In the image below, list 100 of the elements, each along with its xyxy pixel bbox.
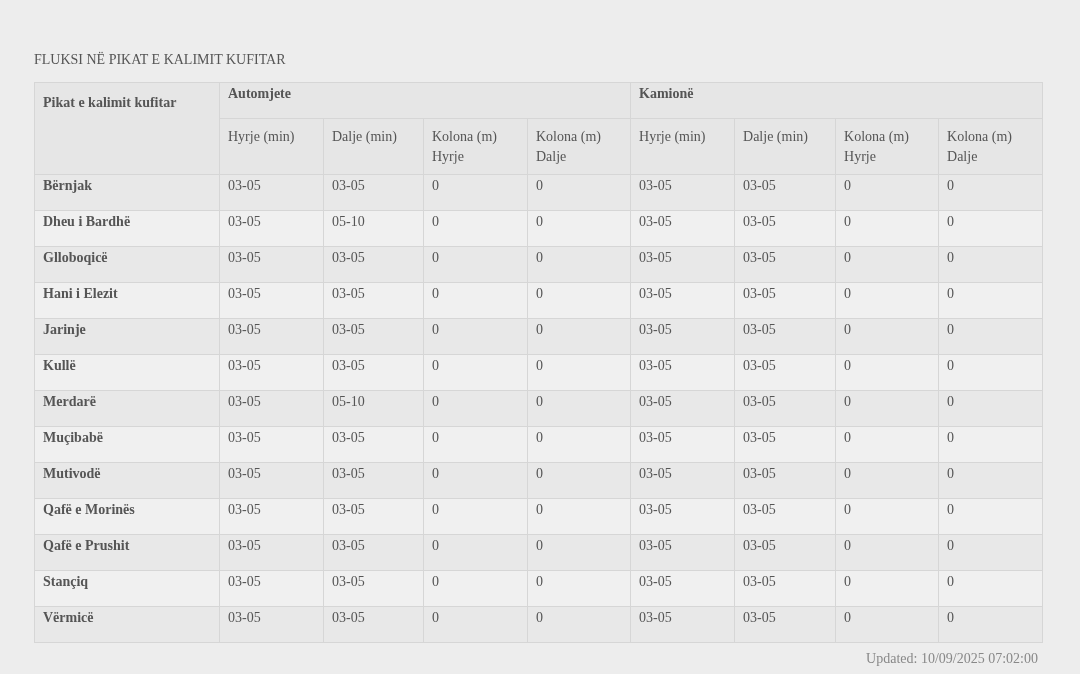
table-cell: 03-05 bbox=[323, 282, 424, 319]
table-cell: Mutivodë bbox=[34, 462, 220, 499]
table-cell: 0 bbox=[835, 246, 939, 283]
table-cell: 0 bbox=[423, 606, 528, 643]
table-cell: 0 bbox=[835, 498, 939, 535]
table-cell: Vërmicë bbox=[34, 606, 220, 643]
table-cell: 03-05 bbox=[219, 390, 324, 427]
table-cell: 03-05 bbox=[323, 462, 424, 499]
table-cell: 03-05 bbox=[219, 246, 324, 283]
table-cell: Jarinje bbox=[34, 318, 220, 355]
table-cell: 0 bbox=[423, 174, 528, 211]
table-cell: Bërnjak bbox=[34, 174, 220, 211]
table-cell: 03-05 bbox=[323, 498, 424, 535]
table-cell: 03-05 bbox=[323, 318, 424, 355]
table-cell: 03-05 bbox=[734, 318, 836, 355]
table-cell: 03-05 bbox=[323, 534, 424, 571]
table-cell: 0 bbox=[835, 426, 939, 463]
table-cell: 0 bbox=[938, 246, 1043, 283]
table-cell: 0 bbox=[835, 534, 939, 571]
table-cell: 0 bbox=[527, 390, 631, 427]
table-cell: 03-05 bbox=[734, 354, 836, 391]
table-cell: 0 bbox=[938, 174, 1043, 211]
table-cell: 03-05 bbox=[734, 462, 836, 499]
table-cell: 0 bbox=[938, 570, 1043, 607]
table-cell: 03-05 bbox=[323, 354, 424, 391]
table-cell: 03-05 bbox=[734, 210, 836, 247]
table-cell: 03-05 bbox=[734, 534, 836, 571]
table-cell: Stançiq bbox=[34, 570, 220, 607]
table-cell: 0 bbox=[423, 498, 528, 535]
table-cell: 0 bbox=[527, 354, 631, 391]
table-cell: 03-05 bbox=[219, 570, 324, 607]
table-cell: 03-05 bbox=[734, 426, 836, 463]
table-cell: 0 bbox=[527, 318, 631, 355]
table-cell: 0 bbox=[835, 390, 939, 427]
table-cell: 0 bbox=[423, 246, 528, 283]
column-header: Hyrje (min) bbox=[219, 118, 324, 175]
group-header: Automjete bbox=[219, 82, 631, 119]
table-cell: 03-05 bbox=[630, 462, 735, 499]
table-cell: 0 bbox=[835, 282, 939, 319]
table-cell: Qafë e Morinës bbox=[34, 498, 220, 535]
table-cell: 0 bbox=[527, 570, 631, 607]
table-cell: 03-05 bbox=[630, 282, 735, 319]
table-cell: 03-05 bbox=[734, 498, 836, 535]
table-cell: 03-05 bbox=[219, 606, 324, 643]
table-cell: 0 bbox=[527, 534, 631, 571]
table-cell: 0 bbox=[527, 174, 631, 211]
table-cell: 0 bbox=[938, 462, 1043, 499]
table-cell: 03-05 bbox=[219, 282, 324, 319]
table-cell: 0 bbox=[938, 210, 1043, 247]
table-cell: 05-10 bbox=[323, 210, 424, 247]
updated-timestamp: Updated: 10/09/2025 07:02:00 bbox=[866, 650, 1038, 668]
table-cell: 03-05 bbox=[630, 246, 735, 283]
table-cell: 0 bbox=[423, 318, 528, 355]
table-cell: Qafë e Prushit bbox=[34, 534, 220, 571]
table-cell: 0 bbox=[938, 282, 1043, 319]
table-cell: 03-05 bbox=[630, 534, 735, 571]
table-cell: 0 bbox=[423, 462, 528, 499]
table-cell: 03-05 bbox=[734, 282, 836, 319]
table-cell: 03-05 bbox=[630, 354, 735, 391]
table-cell: 03-05 bbox=[323, 426, 424, 463]
table-cell: 0 bbox=[423, 210, 528, 247]
table-cell: 03-05 bbox=[219, 498, 324, 535]
table-cell: 0 bbox=[423, 570, 528, 607]
table-cell: 03-05 bbox=[219, 318, 324, 355]
group-header: Kamionë bbox=[630, 82, 1043, 119]
column-header: Hyrje (min) bbox=[630, 118, 735, 175]
table-cell: Muçibabë bbox=[34, 426, 220, 463]
table-cell: 0 bbox=[835, 462, 939, 499]
table-cell: 0 bbox=[835, 354, 939, 391]
table-cell: 0 bbox=[527, 606, 631, 643]
table-cell: 0 bbox=[938, 390, 1043, 427]
table-title: FLUKSI NË PIKAT E KALIMIT KUFITAR bbox=[34, 51, 287, 69]
table-cell: 0 bbox=[527, 246, 631, 283]
table-cell: 0 bbox=[938, 426, 1043, 463]
table-cell: 0 bbox=[938, 606, 1043, 643]
table-cell: 03-05 bbox=[219, 462, 324, 499]
table-cell: 03-05 bbox=[734, 390, 836, 427]
table-cell: Kullë bbox=[34, 354, 220, 391]
table-cell: Hani i Elezit bbox=[34, 282, 220, 319]
table-cell: 0 bbox=[423, 390, 528, 427]
table-cell: 03-05 bbox=[630, 498, 735, 535]
table-cell: 0 bbox=[527, 462, 631, 499]
column-header: Kolona (m) Dalje bbox=[938, 118, 1043, 175]
table-cell: 03-05 bbox=[323, 246, 424, 283]
table-cell: 03-05 bbox=[323, 570, 424, 607]
column-header: Dalje (min) bbox=[323, 118, 424, 175]
table-cell: 03-05 bbox=[630, 210, 735, 247]
table-cell: 0 bbox=[835, 318, 939, 355]
column-header: Pikat e kalimit kufitar bbox=[34, 82, 220, 175]
table-cell: Glloboqicë bbox=[34, 246, 220, 283]
table-cell: 03-05 bbox=[219, 534, 324, 571]
table-cell: 03-05 bbox=[630, 570, 735, 607]
table-cell: 0 bbox=[835, 210, 939, 247]
table-cell: 0 bbox=[527, 282, 631, 319]
table-cell: 0 bbox=[835, 570, 939, 607]
table-cell: 03-05 bbox=[219, 210, 324, 247]
table-cell: 03-05 bbox=[219, 354, 324, 391]
table-cell: 03-05 bbox=[630, 426, 735, 463]
table-cell: 03-05 bbox=[323, 606, 424, 643]
table-cell: 0 bbox=[423, 282, 528, 319]
